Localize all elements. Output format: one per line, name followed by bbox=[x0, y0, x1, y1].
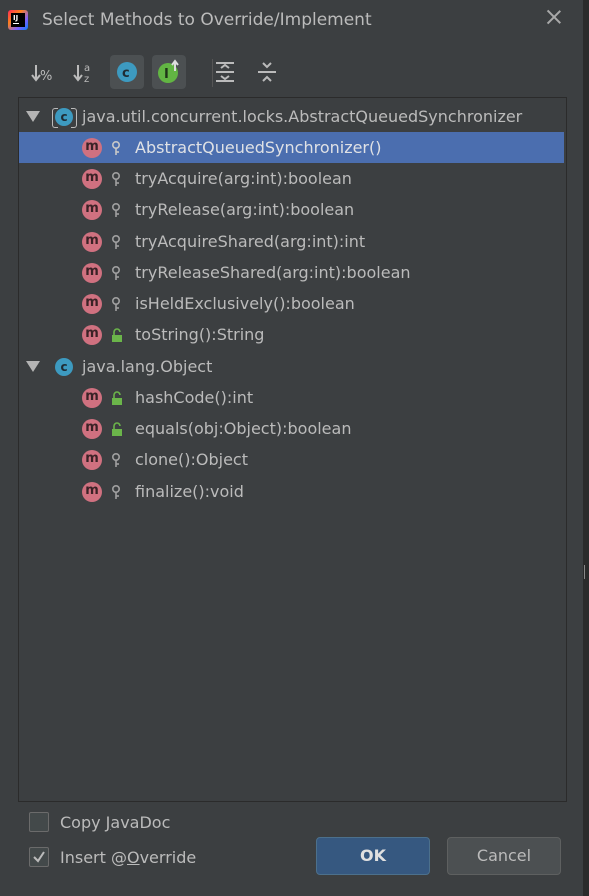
method-signature: AbstractQueuedSynchronizer() bbox=[135, 138, 382, 157]
method-signature: toString():String bbox=[135, 325, 265, 344]
checkmark-icon bbox=[33, 851, 45, 863]
method-icon: m bbox=[82, 294, 102, 314]
sort-by-visibility-button[interactable]: % bbox=[26, 55, 60, 89]
method-signature: tryAcquireShared(arg:int):int bbox=[135, 232, 366, 251]
expand-all-button[interactable] bbox=[208, 55, 242, 89]
method-signature: clone():Object bbox=[135, 450, 248, 469]
method-icon: m bbox=[82, 200, 102, 220]
background-window-edge bbox=[584, 0, 589, 896]
protected-visibility-icon bbox=[111, 484, 121, 499]
method-icon: m bbox=[82, 232, 102, 252]
tree-method-row[interactable]: m toString():String bbox=[19, 319, 564, 350]
tree-method-row[interactable]: m hashCode():int bbox=[19, 382, 564, 413]
svg-text:a: a bbox=[84, 63, 90, 74]
method-icon: m bbox=[82, 169, 102, 189]
svg-text:I: I bbox=[164, 67, 169, 82]
collapse-all-button[interactable] bbox=[250, 55, 284, 89]
show-classes-icon: c bbox=[117, 62, 137, 82]
protected-visibility-icon bbox=[111, 234, 121, 249]
collapse-all-icon bbox=[258, 62, 276, 82]
svg-text:c: c bbox=[122, 66, 130, 81]
method-signature: isHeldExclusively():boolean bbox=[135, 294, 355, 313]
ok-button[interactable]: OK bbox=[316, 837, 430, 875]
show-classes-button[interactable]: c bbox=[110, 55, 144, 89]
method-icon: m bbox=[82, 419, 102, 439]
tree-method-row[interactable]: m tryRelease(arg:int):boolean bbox=[19, 194, 564, 225]
override-methods-dialog: IJ Select Methods to Override/Implement … bbox=[0, 0, 584, 896]
method-icon: m bbox=[82, 450, 102, 470]
tree-method-row[interactable]: m clone():Object bbox=[19, 444, 564, 475]
class-name: java.lang.Object bbox=[82, 357, 213, 376]
public-visibility-icon bbox=[112, 391, 122, 405]
tree-method-row[interactable]: m isHeldExclusively():boolean bbox=[19, 288, 564, 319]
close-icon[interactable] bbox=[545, 8, 563, 26]
method-signature: tryRelease(arg:int):boolean bbox=[135, 200, 355, 219]
tree-method-row[interactable]: m tryAcquire(arg:int):boolean bbox=[19, 163, 564, 194]
dialog-title: Select Methods to Override/Implement bbox=[42, 10, 372, 30]
protected-visibility-icon bbox=[111, 202, 121, 217]
public-visibility-icon bbox=[112, 422, 122, 436]
collapse-arrow-icon[interactable] bbox=[26, 111, 40, 122]
method-signature: equals(obj:Object):boolean bbox=[135, 419, 352, 438]
tree-group-abstract-queued-synchronizer[interactable]: c java.util.concurrent.locks.AbstractQue… bbox=[19, 101, 564, 132]
cancel-button[interactable]: Cancel bbox=[447, 837, 561, 875]
protected-visibility-icon bbox=[111, 296, 121, 311]
svg-text:z: z bbox=[84, 74, 89, 85]
intellij-logo-icon: IJ bbox=[8, 10, 28, 30]
method-icon: m bbox=[82, 482, 102, 502]
method-signature: finalize():void bbox=[135, 482, 244, 501]
method-signature: tryAcquire(arg:int):boolean bbox=[135, 169, 352, 188]
methods-tree[interactable]: c java.util.concurrent.locks.AbstractQue… bbox=[18, 97, 567, 802]
expand-all-icon bbox=[216, 62, 234, 82]
insert-override-checkbox[interactable] bbox=[29, 847, 49, 867]
copy-javadoc-checkbox[interactable] bbox=[29, 812, 49, 832]
sort-alphabetically-icon: a z bbox=[73, 63, 90, 85]
tree-method-row[interactable]: m tryReleaseShared(arg:int):boolean bbox=[19, 257, 564, 288]
sort-alphabetically-button[interactable]: a z bbox=[68, 55, 102, 89]
show-interfaces-icon: I bbox=[158, 59, 179, 83]
class-name: java.util.concurrent.locks.AbstractQueue… bbox=[82, 107, 523, 126]
class-icon: c bbox=[55, 358, 73, 376]
method-icon: m bbox=[82, 263, 102, 283]
method-icon: m bbox=[82, 325, 102, 345]
sort-by-visibility-icon: % bbox=[31, 65, 52, 84]
protected-visibility-icon bbox=[111, 265, 121, 280]
show-interfaces-button[interactable]: I bbox=[152, 55, 186, 89]
method-signature: hashCode():int bbox=[135, 388, 254, 407]
method-icon: m bbox=[82, 138, 102, 158]
protected-visibility-icon bbox=[111, 452, 121, 467]
title-bar: IJ Select Methods to Override/Implement bbox=[0, 0, 583, 40]
public-visibility-icon bbox=[112, 328, 122, 342]
method-icon: m bbox=[82, 388, 102, 408]
tree-method-row[interactable]: m tryAcquireShared(arg:int):int bbox=[19, 226, 564, 257]
tree-group-java-lang-object[interactable]: c java.lang.Object bbox=[19, 351, 564, 382]
insert-override-label[interactable]: Insert @Override bbox=[60, 848, 196, 867]
abstract-class-icon: c bbox=[52, 106, 77, 128]
tree-method-row[interactable]: m equals(obj:Object):boolean bbox=[19, 413, 564, 444]
svg-text:%: % bbox=[40, 69, 52, 84]
protected-visibility-icon bbox=[111, 171, 121, 186]
tree-method-row[interactable]: m finalize():void bbox=[19, 476, 564, 507]
method-signature: tryReleaseShared(arg:int):boolean bbox=[135, 263, 411, 282]
protected-visibility-icon bbox=[111, 140, 121, 155]
tree-method-row[interactable]: m AbstractQueuedSynchronizer() bbox=[19, 132, 564, 163]
copy-javadoc-label[interactable]: Copy JavaDoc bbox=[60, 813, 170, 832]
collapse-arrow-icon[interactable] bbox=[26, 361, 40, 372]
